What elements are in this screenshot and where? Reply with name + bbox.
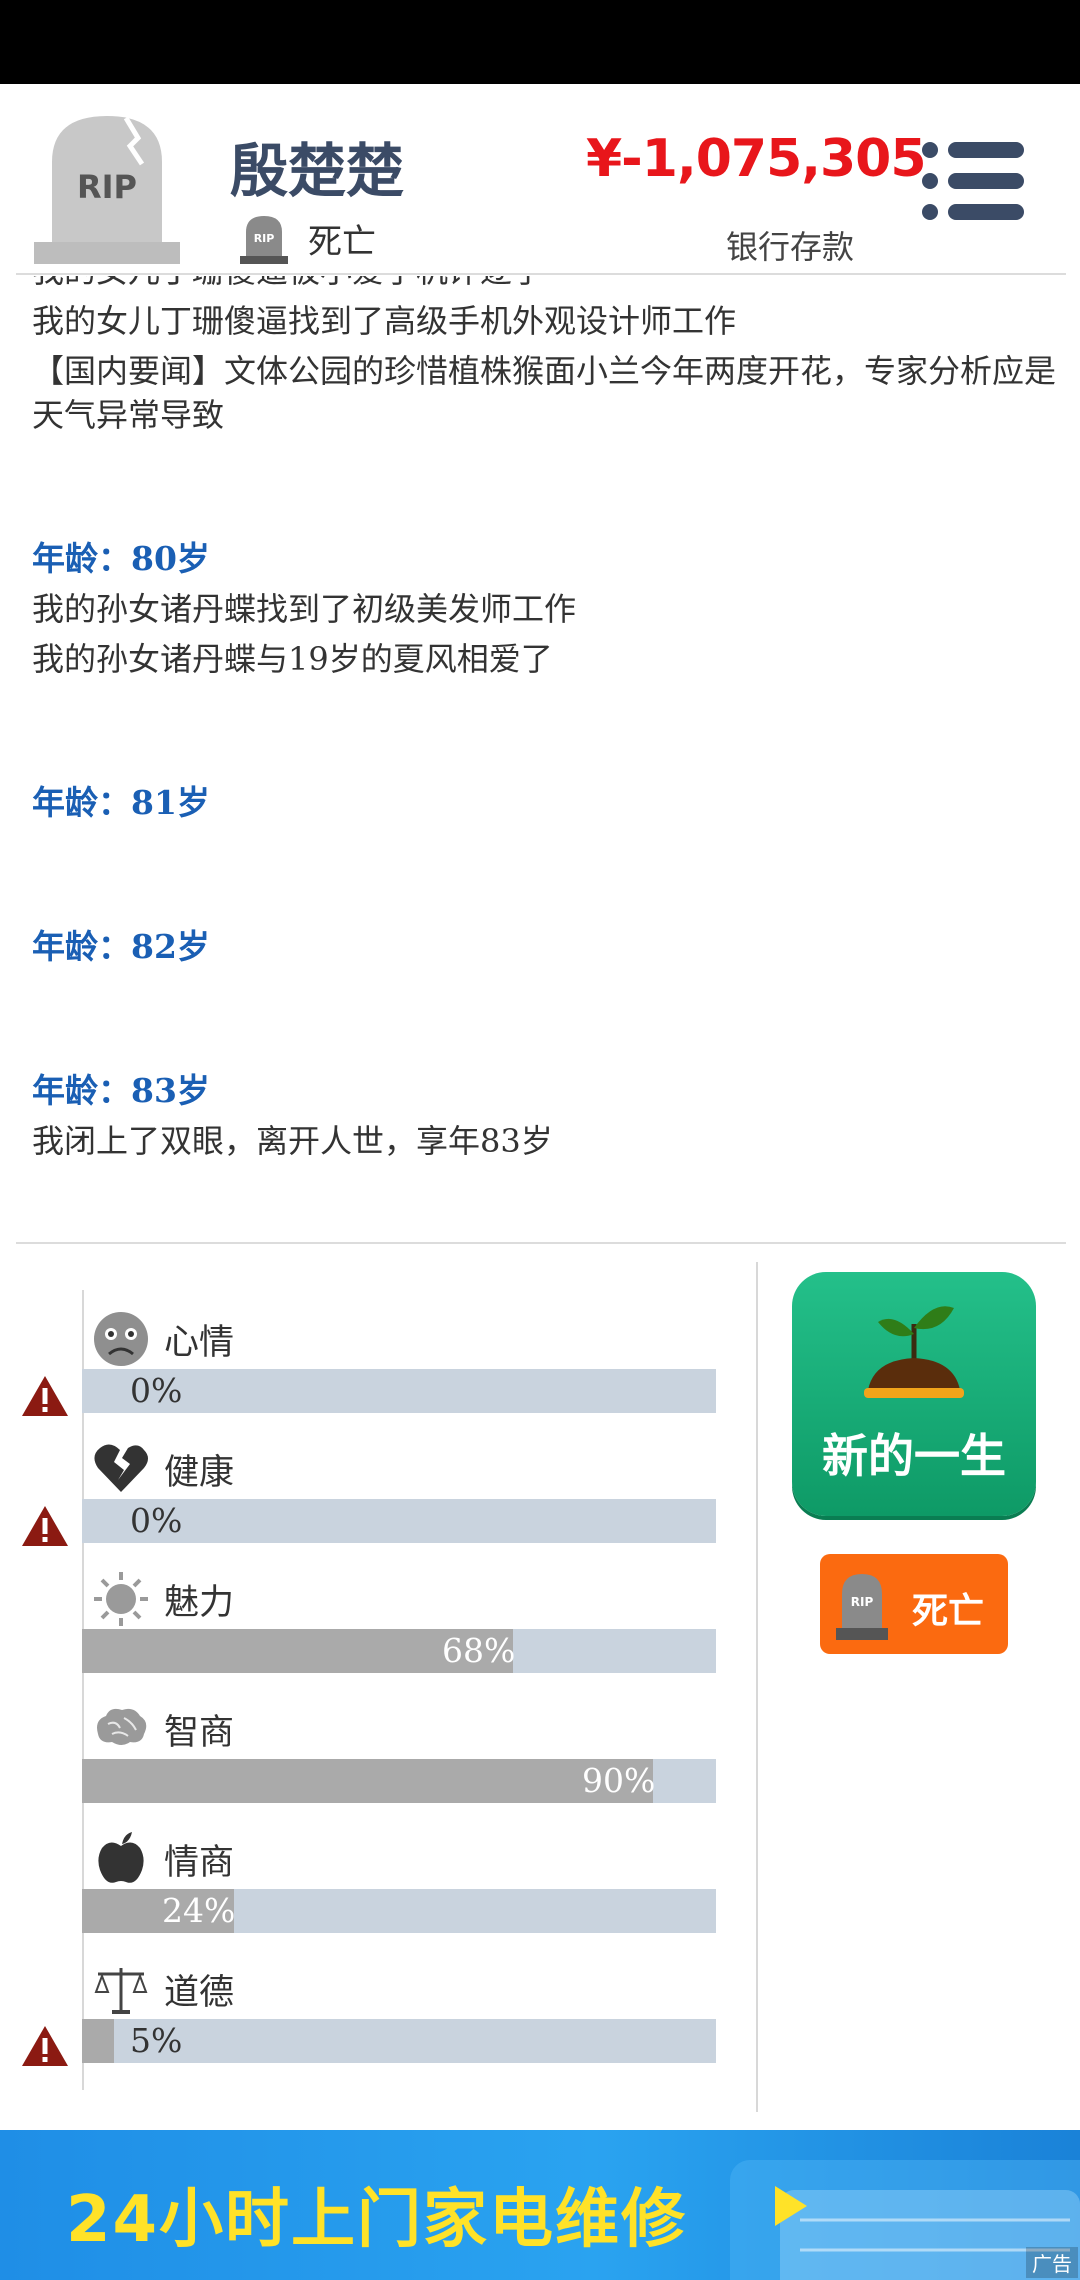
age-heading: 年龄：80岁 bbox=[32, 539, 210, 578]
header-divider bbox=[16, 273, 1066, 275]
stat-eq: 情商 24% bbox=[0, 1830, 760, 1960]
tombstone-icon: RIP bbox=[240, 216, 288, 264]
death-status-button[interactable]: RIP 死亡 bbox=[820, 1554, 1008, 1654]
svg-text:RIP: RIP bbox=[77, 168, 137, 206]
stat-label: 智商 bbox=[164, 1713, 235, 1753]
stat-label: 魅力 bbox=[164, 1583, 235, 1623]
apple-icon bbox=[98, 1832, 144, 1883]
brain-icon bbox=[97, 1708, 147, 1745]
stat-value: 0% bbox=[130, 1371, 183, 1410]
warning-icon bbox=[22, 2026, 68, 2066]
stat-health: 健康 0% bbox=[0, 1440, 760, 1570]
life-log[interactable]: 我的女儿丁珊傻逼被小爱了机评逐了 我的女儿丁珊傻逼找到了高级手机外观设计师工作 … bbox=[0, 276, 1080, 1242]
age-heading: 年龄：81岁 bbox=[32, 783, 210, 822]
log-entry: 我的孙女诸丹蝶找到了初级美发师工作 bbox=[32, 590, 577, 628]
ad-banner[interactable]: 24小时上门家电维修 广告 bbox=[0, 2130, 1080, 2280]
svg-text:RIP: RIP bbox=[851, 1595, 874, 1609]
stat-value: 68% bbox=[442, 1631, 516, 1670]
ad-text: 24小时上门家电维修 bbox=[66, 2183, 688, 2257]
log-entry: 我的女儿丁珊傻逼被小爱了机评逐了 bbox=[32, 276, 1062, 296]
stat-value: 0% bbox=[130, 1501, 183, 1540]
log-entry: 我闭上了双眼，离开人世，享年83岁 bbox=[32, 1122, 553, 1160]
character-name: 殷楚楚 bbox=[230, 137, 405, 205]
warning-icon bbox=[22, 1506, 68, 1546]
log-entry: 我的孙女诸丹蝶与19岁的夏风相爱了 bbox=[32, 640, 553, 678]
age-heading: 年龄：82岁 bbox=[32, 927, 210, 966]
stat-label: 心情 bbox=[164, 1323, 235, 1363]
svg-text:RIP: RIP bbox=[254, 232, 275, 245]
bank-balance: ¥-1,075,305 bbox=[586, 129, 927, 189]
play-arrow-icon bbox=[775, 2186, 807, 2226]
stat-bar: 0% bbox=[82, 1369, 716, 1413]
stat-bar: 24% bbox=[82, 1889, 716, 1933]
life-status: 死亡 bbox=[308, 221, 376, 262]
bank-balance-label: 银行存款 bbox=[726, 228, 855, 266]
stat-morality: 道德 5% bbox=[0, 1960, 760, 2090]
death-label: 死亡 bbox=[912, 1591, 985, 1632]
sprout-icon bbox=[864, 1306, 964, 1398]
appliance-graphic bbox=[730, 2160, 1080, 2280]
stat-bar: 90% bbox=[82, 1759, 716, 1803]
scales-icon bbox=[94, 1968, 148, 2014]
stat-mood: 心情 0% bbox=[0, 1310, 760, 1440]
tombstone-icon: RIP bbox=[34, 116, 180, 264]
status-indicator: RIP 死亡 bbox=[238, 212, 376, 264]
sun-icon bbox=[94, 1572, 148, 1626]
stat-bar: 5% bbox=[82, 2019, 716, 2063]
stat-bar-fill bbox=[82, 1759, 653, 1803]
new-life-label: 新的一生 bbox=[822, 1429, 1006, 1483]
log-entry: 我的女儿丁珊傻逼找到了高级手机外观设计师工作 bbox=[32, 302, 737, 340]
status-bar bbox=[0, 0, 1080, 84]
stat-bar-fill bbox=[82, 2019, 114, 2063]
stat-value: 24% bbox=[162, 1891, 236, 1930]
stat-value: 90% bbox=[582, 1761, 656, 1800]
section-divider bbox=[16, 1242, 1066, 1244]
new-life-button[interactable]: 新的一生 bbox=[792, 1272, 1036, 1516]
stat-bar: 0% bbox=[82, 1499, 716, 1543]
sad-face-icon bbox=[94, 1312, 148, 1366]
broken-heart-icon bbox=[94, 1444, 148, 1492]
stat-label: 道德 bbox=[164, 1973, 235, 2013]
stat-label: 健康 bbox=[164, 1453, 235, 1493]
ad-tag: 广告 bbox=[1026, 2247, 1078, 2278]
stat-label: 情商 bbox=[164, 1843, 235, 1883]
stat-value: 5% bbox=[130, 2021, 183, 2060]
stat-bar: 68% bbox=[82, 1629, 716, 1673]
age-heading: 年龄：83岁 bbox=[32, 1071, 210, 1110]
menu-icon[interactable] bbox=[920, 140, 1026, 222]
header: RIP 殷楚楚 RIP 死亡 ¥-1,075,305 银行存款 bbox=[0, 84, 1080, 274]
tombstone-icon: RIP bbox=[836, 1574, 888, 1640]
log-entry: 【国内要闻】文体公园的珍惜植株猴面小兰今年两度开花，专家分析应是天气异常导致 bbox=[32, 352, 1057, 434]
stat-iq: 智商 90% bbox=[0, 1700, 760, 1830]
warning-icon bbox=[22, 1376, 68, 1416]
stat-charm: 魅力 68% bbox=[0, 1570, 760, 1700]
